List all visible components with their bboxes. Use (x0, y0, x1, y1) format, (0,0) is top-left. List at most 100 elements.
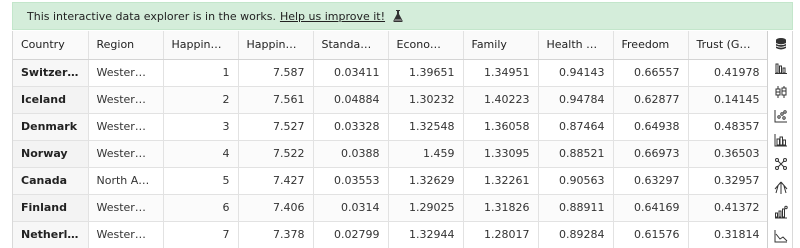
table-cell[interactable]: 0.02799 (313, 221, 389, 248)
table-cell[interactable]: 1.29025 (388, 194, 464, 222)
table-cell[interactable]: 3 (163, 113, 239, 141)
table-cell[interactable]: 7.561 (238, 86, 314, 114)
column-header[interactable]: Family (463, 31, 539, 60)
header-row: Country Region Happin… Happin… Standa… Econo…… (13, 31, 767, 60)
table-cell[interactable]: 0.94784 (538, 86, 614, 114)
country-cell[interactable]: Iceland (13, 86, 89, 114)
country-cell[interactable]: Switzer… (13, 59, 89, 87)
table-cell[interactable]: Wester… (88, 221, 164, 248)
table-cell[interactable]: 7.587 (238, 59, 314, 87)
table-cell[interactable]: 5 (163, 167, 239, 195)
table-cell[interactable]: 0.31814 (688, 221, 767, 248)
table-cell[interactable]: 2 (163, 86, 239, 114)
line-chart-icon[interactable] (771, 226, 791, 246)
parallel-icon[interactable] (771, 202, 791, 222)
country-cell[interactable]: Netherl… (13, 221, 89, 248)
table-cell[interactable]: 1.31826 (463, 194, 539, 222)
table-cell[interactable]: 0.41372 (688, 194, 767, 222)
column-header[interactable]: Freedom (613, 31, 689, 60)
table-cell[interactable]: 0.64938 (613, 113, 689, 141)
table-cell[interactable]: 0.48357 (688, 113, 767, 141)
table-cell[interactable]: 7.522 (238, 140, 314, 168)
table-row[interactable]: Canada North A… 5 7.427 0.03553 1.32629 1.3226… (13, 167, 767, 195)
column-header[interactable]: Health … (538, 31, 614, 60)
column-header[interactable]: Country (13, 31, 89, 60)
table-cell[interactable]: 0.88521 (538, 140, 614, 168)
table-cell[interactable]: 0.14145 (688, 86, 767, 114)
table-cell[interactable]: Wester… (88, 194, 164, 222)
table-cell[interactable]: 0.66557 (613, 59, 689, 87)
bar-chart-icon[interactable] (771, 58, 791, 78)
table-cell[interactable]: 0.0314 (313, 194, 389, 222)
table-cell[interactable]: 4 (163, 140, 239, 168)
table-cell[interactable]: North A… (88, 167, 164, 195)
country-cell[interactable]: Denmark (13, 113, 89, 141)
table-row[interactable]: Switzer… Wester… 1 7.587 0.03411 1.39651 1.349… (13, 59, 767, 87)
table-cell[interactable]: 1.32944 (388, 221, 464, 248)
table-cell[interactable]: 0.03553 (313, 167, 389, 195)
tree-icon[interactable] (771, 178, 791, 198)
table-cell[interactable]: 0.66973 (613, 140, 689, 168)
column-header[interactable]: Trust (G… (688, 31, 767, 60)
table-cell[interactable]: 0.94143 (538, 59, 614, 87)
table-cell[interactable]: 1.32261 (463, 167, 539, 195)
histogram-icon[interactable] (771, 130, 791, 150)
column-header[interactable]: Happin… (238, 31, 314, 60)
table-cell[interactable]: 0.41978 (688, 59, 767, 87)
table-cell[interactable]: 1.32629 (388, 167, 464, 195)
column-header[interactable]: Region (88, 31, 164, 60)
improve-link[interactable]: Help us improve it! (280, 10, 385, 23)
table-cell[interactable]: 0.64169 (613, 194, 689, 222)
table-cell[interactable]: 1.459 (388, 140, 464, 168)
table-cell[interactable]: 0.32957 (688, 167, 767, 195)
table-cell[interactable]: 1.33095 (463, 140, 539, 168)
table-cell[interactable]: 0.03411 (313, 59, 389, 87)
table-cell[interactable]: 7.378 (238, 221, 314, 248)
table-cell[interactable]: Wester… (88, 140, 164, 168)
column-header[interactable]: Econo… (388, 31, 464, 60)
data-grid: Country Region Happin… Happin… Standa… Econo…… (12, 31, 767, 248)
country-cell[interactable]: Finland (13, 194, 89, 222)
box-plot-icon[interactable] (771, 82, 791, 102)
table-cell[interactable]: Wester… (88, 113, 164, 141)
table-row[interactable]: Finland Wester… 6 7.406 0.0314 1.29025 1.31826… (13, 194, 767, 222)
table-row[interactable]: Iceland Wester… 2 7.561 0.04884 1.30232 1.4022… (13, 86, 767, 114)
table-cell[interactable]: 1.40223 (463, 86, 539, 114)
table-cell[interactable]: 1 (163, 59, 239, 87)
table-cell[interactable]: 7.527 (238, 113, 314, 141)
table-cell[interactable]: 7 (163, 221, 239, 248)
table-row[interactable]: Norway Wester… 4 7.522 0.0388 1.459 1.33095 0.8… (13, 140, 767, 168)
table-cell[interactable]: 1.39651 (388, 59, 464, 87)
table-cell[interactable]: 1.30232 (388, 86, 464, 114)
table-cell[interactable]: 7.406 (238, 194, 314, 222)
table-cell[interactable]: 0.88911 (538, 194, 614, 222)
table-cell[interactable]: Wester… (88, 86, 164, 114)
country-cell[interactable]: Canada (13, 167, 89, 195)
table-cell[interactable]: 7.427 (238, 167, 314, 195)
table-cell[interactable]: 0.04884 (313, 86, 389, 114)
table-cell[interactable]: 0.90563 (538, 167, 614, 195)
table-cell[interactable]: Wester… (88, 59, 164, 87)
table-cell[interactable]: 0.61576 (613, 221, 689, 248)
table-row[interactable]: Denmark Wester… 3 7.527 0.03328 1.32548 1.3605… (13, 113, 767, 141)
info-banner: This interactive data explorer is in the… (12, 2, 793, 30)
table-cell[interactable]: 0.62877 (613, 86, 689, 114)
table-cell[interactable]: 6 (163, 194, 239, 222)
table-cell[interactable]: 0.89284 (538, 221, 614, 248)
table-cell[interactable]: 1.36058 (463, 113, 539, 141)
table-cell[interactable]: 0.03328 (313, 113, 389, 141)
table-cell[interactable]: 0.0388 (313, 140, 389, 168)
table-cell[interactable]: 1.28017 (463, 221, 539, 248)
column-header[interactable]: Happin… (163, 31, 239, 60)
table-cell[interactable]: 0.63297 (613, 167, 689, 195)
table-cell[interactable]: 1.34951 (463, 59, 539, 87)
table-cell[interactable]: 0.36503 (688, 140, 767, 168)
country-cell[interactable]: Norway (13, 140, 89, 168)
network-icon[interactable] (771, 154, 791, 174)
table-row[interactable]: Netherl… Wester… 7 7.378 0.02799 1.32944 1.280… (13, 221, 767, 248)
column-header[interactable]: Standa… (313, 31, 389, 60)
table-cell[interactable]: 0.87464 (538, 113, 614, 141)
database-icon[interactable] (771, 34, 791, 54)
table-cell[interactable]: 1.32548 (388, 113, 464, 141)
scatter-icon[interactable] (771, 106, 791, 126)
